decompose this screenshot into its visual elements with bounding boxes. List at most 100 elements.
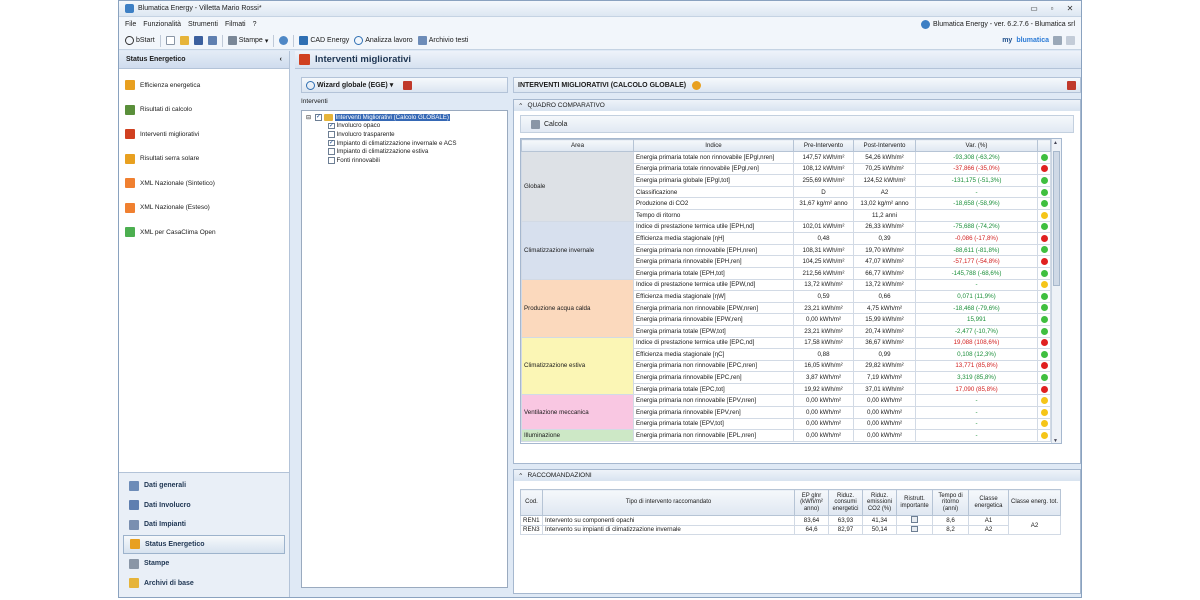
- status-item[interactable]: Risultati serra solare: [119, 147, 289, 172]
- table-row[interactable]: Ventilazione meccanica Energia primaria n…: [521, 394, 1061, 431]
- layout-icon[interactable]: [1066, 36, 1075, 45]
- stampe-button[interactable]: Stampe ▾: [227, 36, 268, 45]
- tree-checkbox[interactable]: ✓: [315, 114, 322, 121]
- rec-col-ristrutt[interactable]: Ristrutt. importante: [896, 489, 933, 516]
- table-row[interactable]: Climatizzazione estiva Indice di prestazi…: [521, 336, 1061, 396]
- rec-col-classe[interactable]: Classe energetica: [968, 489, 1009, 516]
- nav-item[interactable]: Dati Impianti: [119, 515, 289, 535]
- status-dot-icon: [1040, 374, 1048, 381]
- refresh-icon[interactable]: [692, 80, 702, 90]
- recommendation-row[interactable]: REN1 Intervento su componenti opachi 83,64…: [520, 515, 1061, 535]
- post-cell: 29,82 kWh/m²: [853, 359, 916, 373]
- restore-button[interactable]: ▫: [1047, 4, 1057, 13]
- myblumatica-logo[interactable]: my blumatica: [1002, 36, 1075, 45]
- rec-col-ritorno[interactable]: Tempo di ritorno (anni): [932, 489, 969, 516]
- tree-node[interactable]: Involucro trasparente: [302, 130, 507, 139]
- status-cell: [1037, 406, 1051, 419]
- nav-item[interactable]: Status Energetico: [123, 534, 285, 554]
- menu-help[interactable]: ?: [253, 21, 257, 28]
- scrollbar-thumb[interactable]: [1053, 151, 1060, 286]
- rec-col-classe-tot[interactable]: Classe energ. tot.: [1008, 489, 1061, 516]
- col-var[interactable]: Var. (%): [915, 139, 1038, 152]
- tree-checkbox[interactable]: [328, 131, 335, 138]
- status-item[interactable]: Risultati di calcolo: [119, 98, 289, 123]
- calcola-button[interactable]: Calcola: [520, 115, 1074, 133]
- var-cell: [915, 208, 1038, 222]
- status-item[interactable]: Efficienza energetica: [119, 73, 289, 98]
- recommendation-row[interactable]: REN3 Intervento su impianti di climatizza…: [520, 524, 1061, 535]
- col-indice[interactable]: Indice: [633, 139, 794, 152]
- tree-checkbox[interactable]: ✓: [328, 122, 335, 130]
- menu-bar: File Funzionalità Strumenti Filmati ? Bl…: [119, 17, 1081, 32]
- scroll-up-icon[interactable]: ▲: [1053, 140, 1058, 146]
- nav-item-icon: [129, 480, 139, 491]
- ristrutt-checkbox[interactable]: [911, 516, 918, 523]
- status-item[interactable]: XML per CasaClima Open: [119, 220, 289, 245]
- col-pre[interactable]: Pre-Intervento: [793, 139, 854, 152]
- close-button[interactable]: ✕: [1065, 4, 1075, 13]
- table-row[interactable]: Globale Energia primaria totale non rinno…: [521, 151, 1061, 222]
- archivio-testi-button[interactable]: Archivio testi: [417, 36, 468, 45]
- status-item[interactable]: XML Nazionale (Sintetico): [119, 171, 289, 196]
- wizard-globale-button[interactable]: Wizard globale (EGE) ▾: [306, 80, 393, 90]
- nav-item[interactable]: Dati generali: [119, 476, 289, 496]
- tree-checkbox[interactable]: [328, 157, 335, 164]
- menu-file[interactable]: File: [125, 21, 136, 28]
- menu-funzionalita[interactable]: Funzionalità: [143, 21, 181, 28]
- status-dot-icon: [1040, 165, 1048, 173]
- tree-node[interactable]: ✓ Involucro opaco: [302, 122, 507, 131]
- col-area[interactable]: Area: [521, 139, 634, 152]
- tree-checkbox[interactable]: [328, 148, 335, 155]
- rec-col-ep[interactable]: EP glnr (kWh/m² anno): [794, 489, 829, 516]
- minimize-button[interactable]: ▭: [1029, 4, 1039, 13]
- settings-icon[interactable]: [1053, 36, 1062, 45]
- tree-node[interactable]: ✓ Impianto di climatizzazione invernale e…: [302, 139, 507, 148]
- raccomandazioni-header[interactable]: ⌃ RACCOMANDAZIONI: [514, 470, 1080, 481]
- status-dot-icon: [1040, 234, 1048, 242]
- application-window: Blumatica Energy - Villetta Mario Rossi*…: [118, 0, 1082, 598]
- raccomandazioni-section: ⌃ RACCOMANDAZIONI Cod. Tipo di intervent…: [513, 469, 1081, 594]
- post-cell: 54,26 kWh/m²: [853, 151, 916, 164]
- rec-col-cod[interactable]: Cod.: [520, 489, 543, 516]
- export-report-icon[interactable]: [1067, 80, 1076, 90]
- menu-filmati[interactable]: Filmati: [225, 21, 246, 28]
- save-as-icon[interactable]: [207, 36, 217, 45]
- bstart-button[interactable]: bStart: [125, 36, 155, 45]
- post-cell: 0,00 kWh/m²: [853, 394, 916, 408]
- analizza-lavoro-button[interactable]: Analizza lavoro: [354, 36, 413, 45]
- grid-scrollbar[interactable]: ▲ ▼: [1051, 139, 1061, 443]
- rec-col-tipo[interactable]: Tipo di intervento raccomandato: [542, 489, 795, 516]
- nav-item-label: Dati generali: [144, 482, 187, 490]
- tree-node[interactable]: Impianto di climatizzazione estiva: [302, 147, 507, 156]
- report-icon[interactable]: [403, 80, 413, 90]
- gear-icon[interactable]: [279, 36, 289, 45]
- area-cell: Climatizzazione invernale: [521, 220, 634, 280]
- tree-collapse-icon[interactable]: ⊟: [306, 114, 313, 121]
- scroll-down-icon[interactable]: ▼: [1053, 438, 1058, 443]
- open-folder-icon[interactable]: [179, 36, 189, 45]
- table-row[interactable]: Illuminazione Energia primaria non rinnov…: [521, 429, 1061, 442]
- new-file-icon[interactable]: [165, 36, 175, 45]
- rec-col-riduz-consumi[interactable]: Riduz. consumi energetici: [828, 489, 863, 516]
- table-row[interactable]: Produzione acqua calda Indice di prestazi…: [521, 278, 1061, 338]
- rec-col-riduz-co2[interactable]: Riduz. emissioni CO2 (%): [862, 489, 897, 516]
- cad-energy-button[interactable]: CAD Energy: [299, 36, 349, 45]
- collapse-panel-icon[interactable]: ‹: [280, 56, 282, 63]
- nav-item[interactable]: Archivi di base: [119, 574, 289, 594]
- indice-cell: Energia primaria totale [EPV,tot]: [633, 417, 794, 431]
- status-cell: [1037, 243, 1051, 257]
- quadro-comparativo-header[interactable]: ⌃ QUADRO COMPARATIVO: [514, 100, 1080, 111]
- tree-node[interactable]: Fonti rinnovabili: [302, 156, 507, 165]
- table-row[interactable]: Climatizzazione invernale Indice di prest…: [521, 220, 1061, 280]
- nav-item-icon: [129, 500, 139, 511]
- col-post[interactable]: Post-Intervento: [853, 139, 916, 152]
- nav-item[interactable]: Stampe: [119, 554, 289, 574]
- status-item[interactable]: Interventi migliorativi: [119, 122, 289, 147]
- save-icon[interactable]: [193, 36, 203, 45]
- status-item[interactable]: XML Nazionale (Esteso): [119, 196, 289, 221]
- tree-node[interactable]: ⊟ ✓ Interventi Migliorativi (Calcolo GLOBA…: [302, 113, 507, 122]
- ristrutt-checkbox[interactable]: [911, 525, 918, 532]
- nav-item[interactable]: Dati Involucro: [119, 496, 289, 516]
- tree-checkbox[interactable]: ✓: [328, 139, 335, 147]
- menu-strumenti[interactable]: Strumenti: [188, 21, 218, 28]
